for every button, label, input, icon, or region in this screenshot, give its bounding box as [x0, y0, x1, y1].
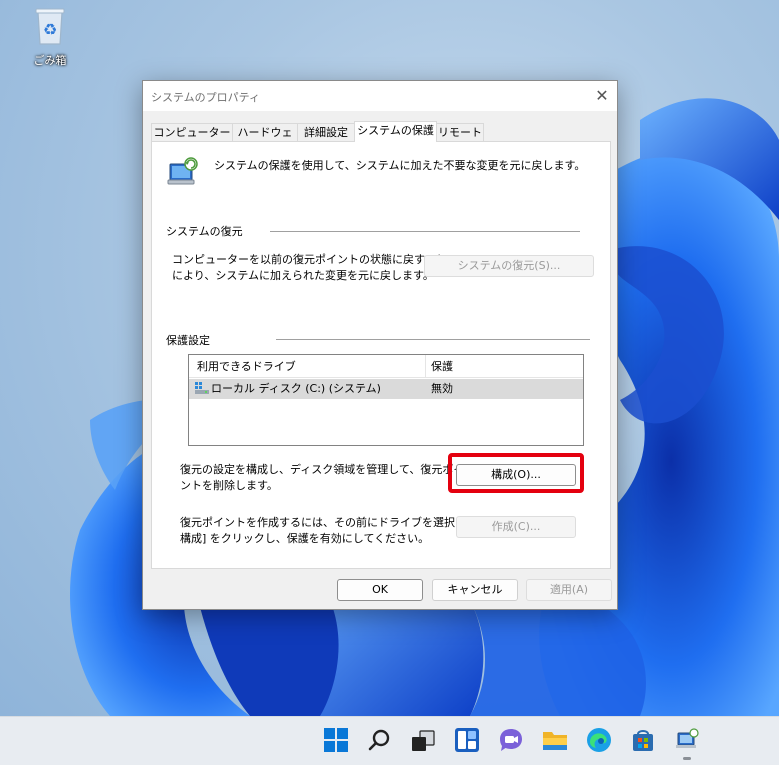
start-icon[interactable]	[323, 727, 349, 753]
widgets-icon[interactable]	[454, 727, 480, 753]
protection-settings-heading: 保護設定	[166, 334, 210, 347]
svg-text:♻: ♻	[43, 20, 57, 39]
system-properties-dialog: システムのプロパティ ✕ コンピューター名 ハードウェア 詳細設定 システムの保…	[142, 80, 618, 610]
store-icon[interactable]	[630, 727, 656, 753]
system-restore-heading: システムの復元	[166, 225, 243, 238]
separator	[270, 231, 580, 232]
recycle-bin-label: ごみ箱	[33, 54, 67, 67]
system-protection-icon	[166, 156, 200, 190]
drive-name: ローカル ディスク (C:) (システム)	[211, 382, 381, 395]
running-indicator	[683, 757, 691, 760]
tab-advanced[interactable]: 詳細設定	[297, 123, 355, 141]
search-icon[interactable]	[367, 727, 393, 753]
configure-desc-2: ントを削除します。	[180, 479, 278, 492]
drives-list[interactable]: 利用できるドライブ 保護 ローカル ディスク (C:) (システム) 無効	[188, 354, 584, 446]
column-protection[interactable]: 保護	[431, 359, 453, 374]
tab-panel-system-protection: システムの保護を使用して、システムに加えた不要な変更を元に戻します。 システムの…	[151, 141, 611, 569]
apply-button[interactable]: 適用(A)	[526, 579, 612, 601]
drives-list-header: 利用できるドライブ 保護	[189, 355, 583, 378]
task-view-icon[interactable]	[410, 727, 436, 753]
system-restore-button[interactable]: システムの復元(S)...	[424, 255, 594, 277]
column-divider	[425, 355, 426, 377]
create-desc-2: 構成] をクリックし、保護を有効にしてください。	[180, 532, 430, 545]
close-icon[interactable]: ✕	[587, 81, 617, 111]
system-restore-desc-2: により、システムに加えられた変更を元に戻します。	[172, 269, 434, 282]
system-properties-icon[interactable]	[674, 727, 700, 760]
edge-icon[interactable]	[586, 727, 612, 753]
tab-system-protection[interactable]: システムの保護	[354, 121, 437, 142]
tab-computer-name[interactable]: コンピューター名	[151, 123, 233, 157]
file-explorer-icon[interactable]	[542, 727, 568, 753]
highlight-box	[448, 453, 584, 493]
create-desc-1: 復元ポイントを作成するには、その前にドライブを選択して [	[180, 516, 485, 529]
tab-hardware[interactable]: ハードウェア	[232, 123, 298, 157]
tab-remote[interactable]: リモート	[436, 123, 484, 141]
window-title: システムのプロパティ	[151, 91, 261, 104]
create-button[interactable]: 作成(C)...	[456, 516, 576, 538]
column-available-drives[interactable]: 利用できるドライブ	[197, 359, 296, 374]
chat-icon[interactable]	[498, 727, 524, 753]
recycle-bin-icon: ♻	[33, 6, 67, 46]
title-bar[interactable]: システムのプロパティ ✕	[143, 81, 617, 111]
separator	[276, 339, 590, 340]
ok-button[interactable]: OK	[337, 579, 423, 601]
cancel-button[interactable]: キャンセル	[432, 579, 518, 601]
intro-text: システムの保護を使用して、システムに加えた不要な変更を元に戻します。	[214, 159, 586, 172]
system-restore-desc-1: コンピューターを以前の復元ポイントの状態に戻すこと	[172, 253, 447, 266]
table-row[interactable]: ローカル ディスク (C:) (システム) 無効	[189, 379, 583, 399]
taskbar	[0, 716, 779, 765]
configure-desc-1: 復元の設定を構成し、ディスク領域を管理して、復元ポイ	[180, 463, 465, 476]
drive-icon	[195, 382, 209, 394]
drive-protection-status: 無効	[431, 382, 453, 395]
recycle-bin[interactable]: ♻ ごみ箱	[22, 6, 78, 68]
